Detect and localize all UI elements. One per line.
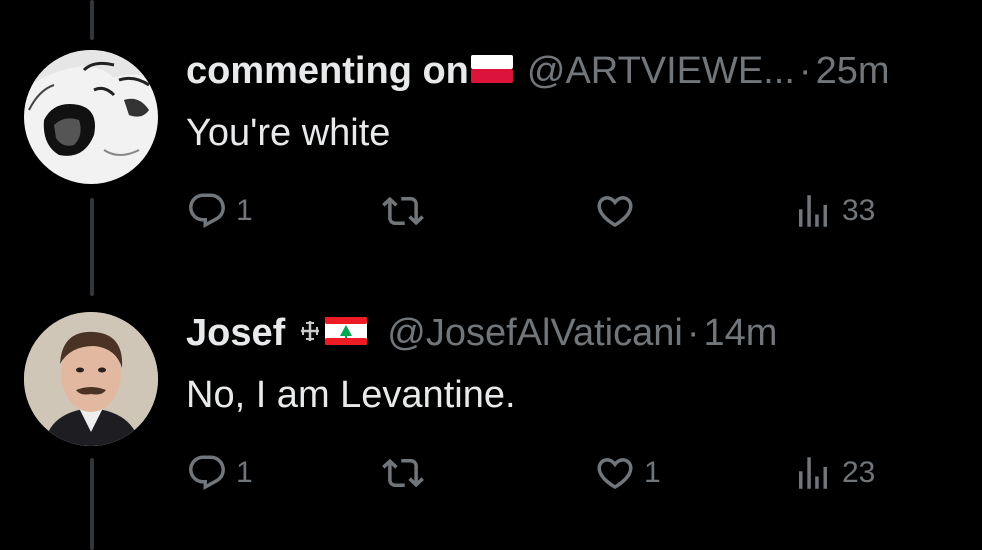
repost-button[interactable] — [382, 450, 432, 496]
avatar[interactable] — [24, 312, 158, 446]
display-name[interactable]: commenting on — [186, 48, 469, 94]
avatar[interactable] — [24, 50, 158, 184]
action-bar: 1 33 — [186, 188, 906, 234]
tweet-text: You're white — [186, 112, 391, 154]
lebanon-flag-icon — [325, 310, 368, 356]
reply-icon — [186, 190, 228, 232]
display-name[interactable]: Josef — [186, 310, 285, 356]
views-button[interactable]: 33 — [792, 188, 875, 234]
repost-button[interactable] — [382, 188, 432, 234]
like-button[interactable] — [594, 188, 644, 234]
reply-icon — [186, 452, 228, 494]
reply-button[interactable]: 1 — [186, 188, 253, 234]
heart-icon — [594, 452, 636, 494]
reply-count: 1 — [236, 194, 253, 227]
handle[interactable]: @JosefAlVaticani — [387, 310, 683, 356]
repost-icon — [382, 452, 424, 494]
like-button[interactable]: 1 — [594, 450, 661, 496]
views-icon — [792, 452, 834, 494]
tweet-text: No, I am Levantine. — [186, 374, 516, 416]
like-count: 1 — [644, 456, 661, 489]
view-count: 33 — [842, 194, 876, 227]
cross-icon — [297, 310, 323, 356]
action-bar: 1 1 23 — [186, 450, 906, 496]
separator: · — [798, 50, 812, 92]
reply-button[interactable]: 1 — [186, 450, 253, 496]
reply-count: 1 — [236, 456, 253, 489]
separator: · — [686, 312, 700, 354]
timestamp[interactable]: 14m — [704, 310, 778, 356]
views-button[interactable]: 23 — [792, 450, 875, 496]
tweet-header: Josef @JosefAlVaticani · 14m — [186, 310, 777, 356]
repost-icon — [382, 190, 424, 232]
heart-icon — [594, 190, 636, 232]
tweet-header: commenting on @ARTVIEWE... · 25m — [186, 48, 890, 94]
handle[interactable]: @ARTVIEWE... — [527, 48, 795, 94]
tweet[interactable]: Josef @JosefAlVaticani · 14m No, I am Le… — [0, 280, 982, 550]
views-icon — [792, 190, 834, 232]
tweet[interactable]: commenting on @ARTVIEWE... · 25m You're … — [0, 0, 982, 280]
timestamp[interactable]: 25m — [816, 48, 890, 94]
view-count: 23 — [842, 456, 876, 489]
poland-flag-icon — [470, 48, 513, 94]
reply-thread: commenting on @ARTVIEWE... · 25m You're … — [0, 0, 982, 550]
